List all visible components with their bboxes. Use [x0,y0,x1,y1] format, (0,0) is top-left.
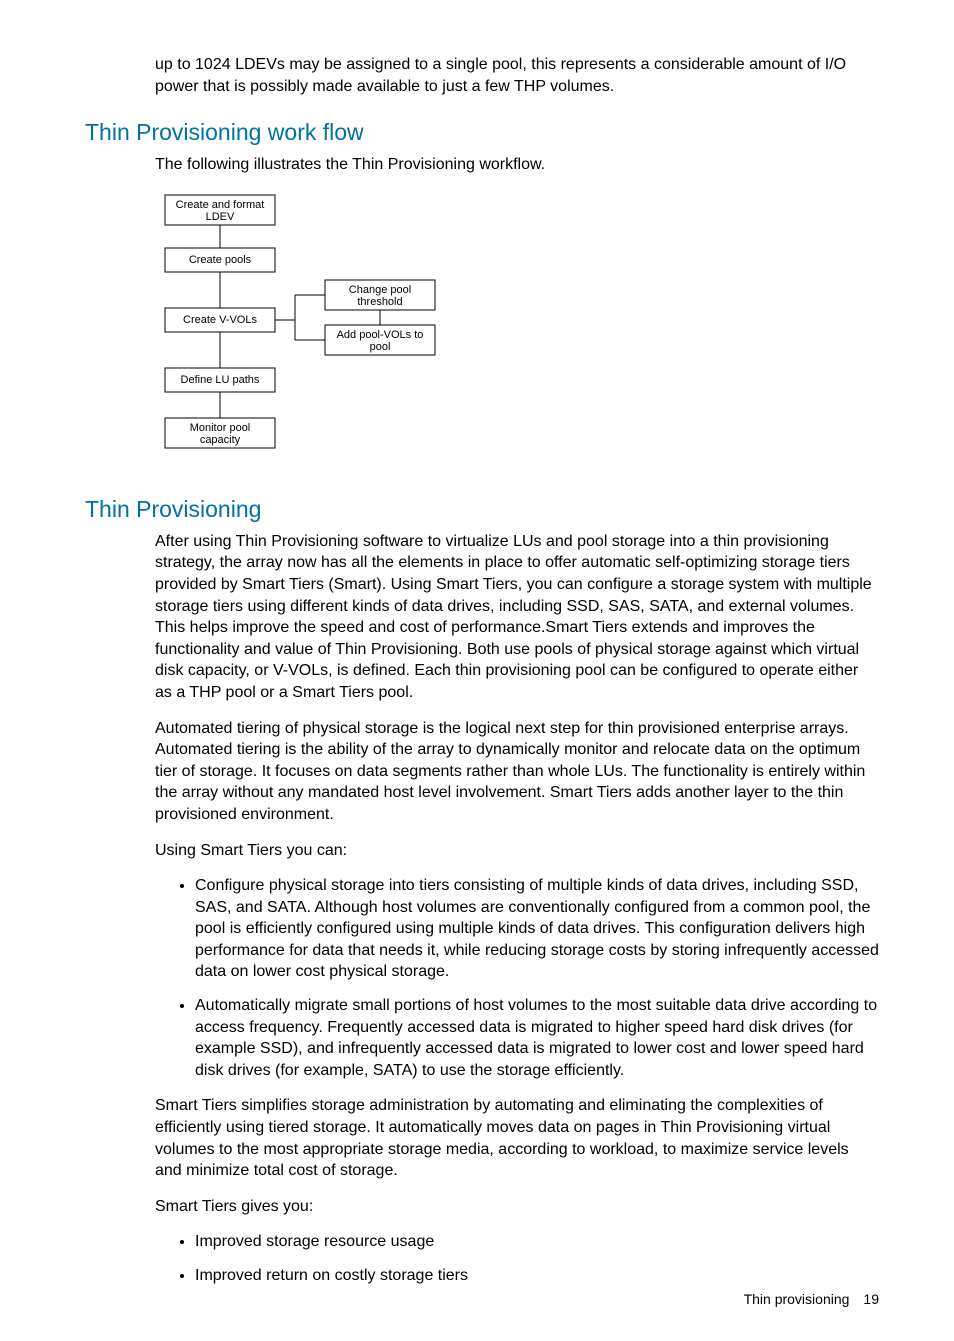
tp-bullet-list-1: Configure physical storage into tiers co… [155,875,879,1081]
tp-paragraph-4: Smart Tiers simplifies storage administr… [155,1095,879,1181]
svg-text:pool: pool [370,341,391,353]
tp-bullet-list-2: Improved storage resource usage Improved… [155,1231,879,1286]
footer-page-number: 19 [863,1291,879,1307]
heading-thin-provisioning: Thin Provisioning [85,496,879,523]
flowchart-svg: Create and format LDEV Create pools Crea… [155,190,455,470]
document-page: up to 1024 LDEVs may be assigned to a si… [0,0,954,1341]
tp-paragraph-1: After using Thin Provisioning software t… [155,531,879,704]
list-item: Configure physical storage into tiers co… [195,875,879,983]
page-footer: Thin provisioning 19 [744,1291,879,1307]
heading-workflow: Thin Provisioning work flow [85,119,879,146]
svg-text:Change pool: Change pool [349,284,411,296]
tp-paragraph-3: Using Smart Tiers you can: [155,840,879,862]
tp-paragraph-2: Automated tiering of physical storage is… [155,718,879,826]
intro-paragraph: up to 1024 LDEVs may be assigned to a si… [155,54,879,97]
svg-text:Monitor pool: Monitor pool [190,422,251,434]
svg-text:threshold: threshold [357,296,402,308]
list-item: Improved return on costly storage tiers [195,1265,879,1287]
svg-text:Create and format: Create and format [176,199,265,211]
svg-text:Create V-VOLs: Create V-VOLs [183,314,257,326]
svg-text:capacity: capacity [200,434,241,446]
tp-paragraph-5: Smart Tiers gives you: [155,1196,879,1218]
svg-text:Define LU paths: Define LU paths [181,374,260,386]
svg-text:LDEV: LDEV [206,211,235,223]
workflow-lead: The following illustrates the Thin Provi… [155,154,879,176]
svg-text:Create pools: Create pools [189,254,252,266]
list-item: Improved storage resource usage [195,1231,879,1253]
workflow-flowchart: Create and format LDEV Create pools Crea… [155,190,879,470]
footer-label: Thin provisioning [744,1291,850,1307]
list-item: Automatically migrate small portions of … [195,995,879,1081]
svg-text:Add pool-VOLs to: Add pool-VOLs to [337,329,424,341]
